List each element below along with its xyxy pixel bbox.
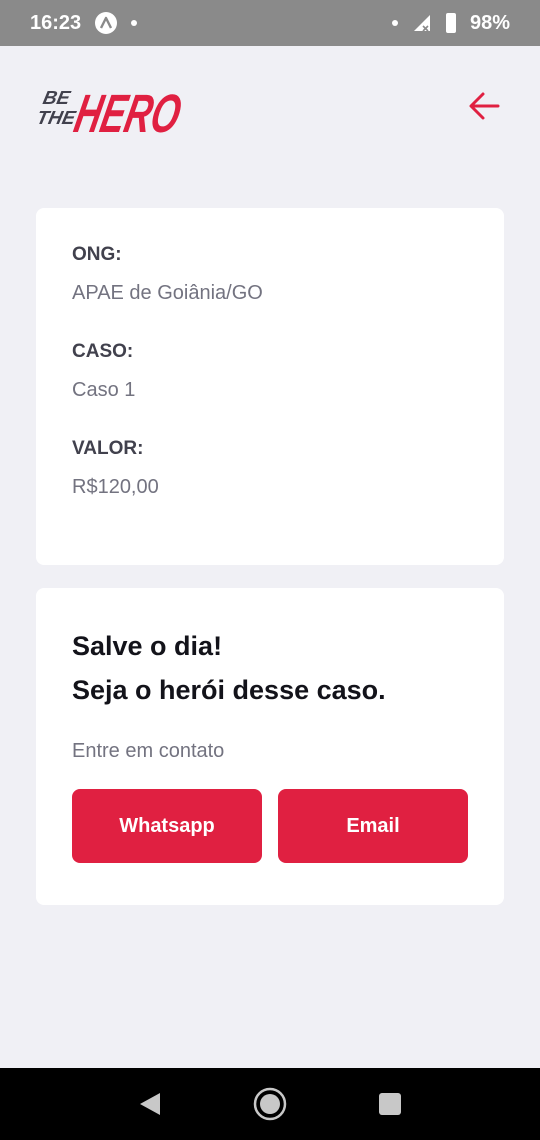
status-bar: 16:23 98% — [0, 0, 540, 46]
ong-block: ONG: APAE de Goiânia/GO — [72, 244, 468, 305]
triangle-back-icon — [140, 1093, 160, 1115]
value-label: VALOR: — [72, 438, 144, 459]
incident-card: ONG: APAE de Goiânia/GO CASO: Caso 1 VAL… — [36, 208, 504, 565]
whatsapp-button[interactable]: Whatsapp — [72, 789, 262, 863]
case-value: Caso 1 — [72, 379, 136, 401]
case-block: CASO: Caso 1 — [72, 341, 468, 402]
value-value: R$120,00 — [72, 476, 159, 498]
android-nav-bar — [0, 1068, 540, 1140]
notification-dot — [131, 20, 138, 26]
battery-icon — [445, 13, 456, 33]
logo-hero: HERO — [70, 84, 186, 138]
ong-value: APAE de Goiânia/GO — [72, 282, 263, 304]
status-left: 16:23 — [30, 11, 138, 35]
contact-description: Entre em contato — [72, 740, 225, 762]
ong-label: ONG: — [72, 244, 122, 265]
nav-recents-button[interactable] — [370, 1084, 410, 1124]
status-right: 98% — [391, 11, 510, 35]
contact-actions: Whatsapp Email — [72, 789, 468, 863]
logo-the: THE — [36, 108, 78, 129]
contact-title-line2: Seja o herói desse caso. — [72, 675, 386, 705]
back-button[interactable] — [462, 86, 506, 126]
email-button[interactable]: Email — [278, 789, 468, 863]
contact-card: Salve o dia! Seja o herói desse caso. En… — [36, 588, 504, 905]
a-icon — [95, 12, 118, 34]
battery-level: 98% — [469, 11, 510, 34]
contact-title-line1: Salve o dia! — [72, 631, 223, 661]
arrow-left-icon — [469, 92, 500, 120]
be-the-hero-logo: BE THE HERO — [36, 84, 186, 138]
detail-page: BE THE HERO ONG: APAE de Goiânia/GO CASO… — [0, 46, 540, 1068]
signal-icon — [413, 15, 430, 32]
status-time: 16:23 — [30, 11, 82, 34]
status-dot — [391, 20, 398, 26]
value-block: VALOR: R$120,00 — [72, 438, 468, 499]
case-label: CASO: — [72, 341, 134, 362]
nav-home-button[interactable] — [250, 1084, 290, 1124]
circle-home-icon — [253, 1087, 287, 1121]
square-recents-icon — [379, 1093, 401, 1115]
nav-back-button[interactable] — [130, 1084, 170, 1124]
logo-be: BE — [41, 88, 73, 109]
